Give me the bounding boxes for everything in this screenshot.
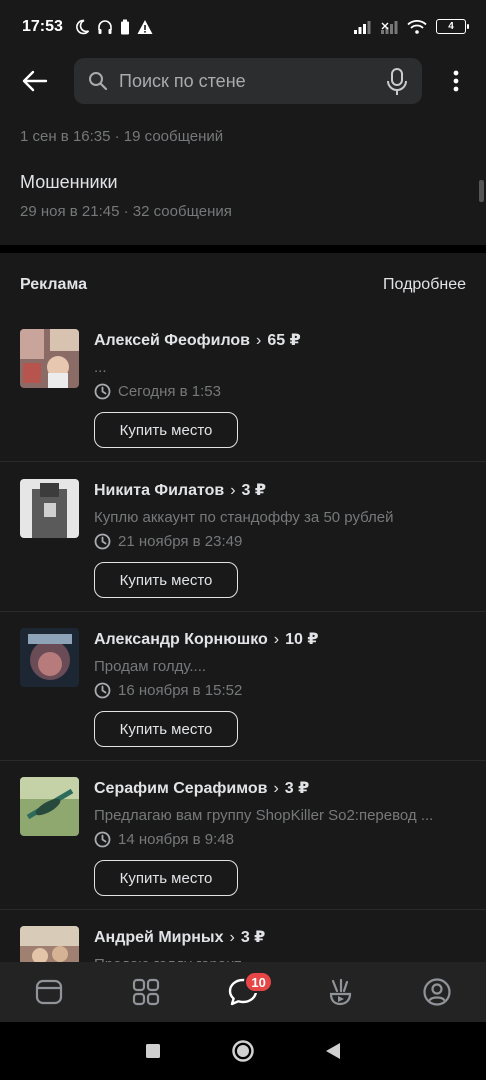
moon-icon bbox=[76, 19, 90, 35]
battery-saver-icon bbox=[121, 19, 129, 35]
ad-text: Куплю аккаунт по стандоффу за 50 рублей bbox=[94, 509, 394, 526]
clock-icon bbox=[94, 533, 111, 550]
ad-time: 21 ноября в 23:49 bbox=[118, 533, 243, 550]
buy-place-button[interactable]: Купить место bbox=[94, 412, 238, 448]
ad-author-name[interactable]: Алексей Феофилов bbox=[94, 332, 250, 349]
signal-icon bbox=[354, 20, 371, 34]
ads-header: Реклама Подробнее bbox=[20, 276, 466, 298]
ad-author-name[interactable]: Серафим Серафимов bbox=[94, 780, 267, 797]
back-triangle-icon[interactable] bbox=[325, 1042, 341, 1060]
back-button[interactable] bbox=[16, 64, 54, 98]
ad-item[interactable]: Алексей Феофилов › 65 ₽ ... Сегодня в 1:53… bbox=[0, 313, 486, 462]
buy-place-button[interactable]: Купить место bbox=[94, 711, 238, 747]
tab-bar: 10 bbox=[0, 962, 486, 1022]
ad-author-name[interactable]: Андрей Мирных bbox=[94, 929, 224, 946]
ad-author-name[interactable]: Никита Филатов bbox=[94, 482, 224, 499]
more-options-button[interactable] bbox=[442, 66, 470, 96]
ad-price: 3 ₽ bbox=[284, 780, 310, 797]
battery-icon: 4 bbox=[436, 19, 469, 34]
section-divider bbox=[0, 245, 486, 253]
topic-title: Мошенники bbox=[20, 172, 118, 192]
microphone-icon[interactable] bbox=[386, 68, 408, 96]
chevron-right-icon: › bbox=[256, 332, 262, 349]
buy-place-button[interactable]: Купить место bbox=[94, 562, 238, 598]
ad-text: Предлагаю вам группу ShopKiller So2:пере… bbox=[94, 807, 434, 824]
ad-author-name[interactable]: Александр Корнюшко bbox=[94, 631, 268, 648]
ad-price: 3 ₽ bbox=[240, 929, 266, 946]
status-bar: 17:53 4 bbox=[0, 0, 486, 56]
scrollbar[interactable] bbox=[479, 180, 484, 202]
signal-off-icon bbox=[381, 20, 398, 34]
avatar[interactable] bbox=[20, 479, 79, 538]
avatar[interactable] bbox=[20, 329, 79, 388]
chevron-right-icon: › bbox=[273, 631, 280, 648]
clock-icon bbox=[94, 682, 111, 699]
ad-text: ... bbox=[94, 359, 107, 376]
tab-profile[interactable] bbox=[389, 962, 486, 1022]
chevron-right-icon: › bbox=[273, 780, 279, 797]
topic-meta: 1 сен в 16:35 · 19 сообщений bbox=[20, 128, 224, 145]
ad-time: Сегодня в 1:53 bbox=[118, 383, 221, 400]
ad-item[interactable]: Серафим Серафимов › 3 ₽ Предлагаю вам груп… bbox=[0, 761, 486, 910]
clock-icon bbox=[94, 831, 111, 848]
chevron-right-icon: › bbox=[229, 929, 235, 946]
topic-item[interactable]: Мошенники 29 ноя в 21:45 · 32 сообщения bbox=[20, 172, 232, 220]
avatar[interactable] bbox=[20, 628, 79, 687]
ads-more-link[interactable]: Подробнее bbox=[383, 276, 466, 294]
ad-text: Продам голду.... bbox=[94, 658, 207, 675]
system-nav-bar bbox=[0, 1022, 486, 1080]
buy-place-button[interactable]: Купить место bbox=[94, 860, 238, 896]
wifi-icon bbox=[407, 19, 427, 34]
headphones-icon bbox=[98, 20, 112, 34]
home-circle-icon[interactable] bbox=[231, 1039, 255, 1063]
ad-price: 65 ₽ bbox=[267, 332, 301, 349]
more-vertical-icon bbox=[453, 70, 459, 92]
profile-icon bbox=[423, 978, 452, 1006]
ad-price: 10 ₽ bbox=[285, 631, 319, 648]
top-bar: Поиск по стене bbox=[0, 56, 486, 106]
ad-time: 14 ноября в 9:48 bbox=[118, 831, 234, 848]
search-icon bbox=[89, 72, 108, 91]
clock-icon bbox=[94, 383, 111, 400]
ads-title: Реклама bbox=[20, 276, 87, 293]
tab-services[interactable] bbox=[97, 962, 194, 1022]
tab-messages[interactable]: 10 bbox=[194, 962, 291, 1022]
topic-item[interactable]: 1 сен в 16:35 · 19 сообщений bbox=[20, 128, 223, 145]
recents-square-icon[interactable] bbox=[145, 1043, 161, 1059]
chevron-right-icon: › bbox=[230, 482, 236, 499]
arrow-left-icon bbox=[22, 70, 48, 92]
topic-meta: 29 ноя в 21:45 · 32 сообщения bbox=[20, 203, 232, 220]
services-grid-icon bbox=[132, 978, 159, 1006]
ad-time: 16 ноября в 15:52 bbox=[118, 682, 243, 699]
warning-icon bbox=[137, 20, 153, 34]
search-placeholder: Поиск по стене bbox=[119, 71, 246, 91]
ad-item[interactable]: Никита Филатов › 3 ₽ Куплю аккаунт по стан… bbox=[0, 463, 486, 612]
clips-icon bbox=[330, 978, 352, 1006]
status-time: 17:53 bbox=[22, 18, 63, 35]
avatar[interactable] bbox=[20, 777, 79, 836]
ad-item[interactable]: Александр Корнюшко › 10 ₽ Продам голду....… bbox=[0, 612, 486, 761]
tab-news[interactable] bbox=[0, 962, 97, 1022]
messages-badge: 10 bbox=[244, 971, 273, 993]
newsfeed-icon bbox=[35, 979, 62, 1005]
tab-clips[interactable] bbox=[292, 962, 389, 1022]
search-input[interactable]: Поиск по стене bbox=[74, 58, 422, 104]
ad-price: 3 ₽ bbox=[241, 482, 267, 499]
